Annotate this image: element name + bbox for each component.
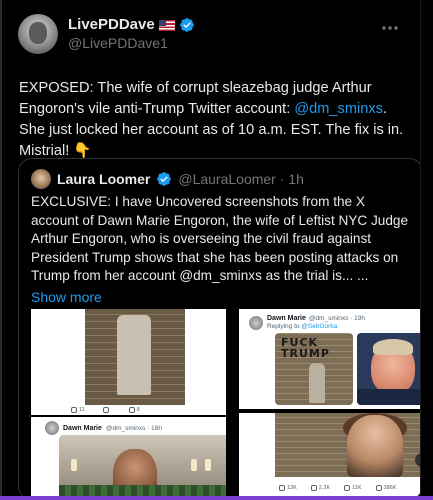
verified-badge-icon bbox=[179, 17, 195, 33]
shot4-views: 386K bbox=[375, 485, 397, 491]
views-icon bbox=[375, 485, 382, 491]
figure-in-image bbox=[117, 315, 151, 395]
handle[interactable]: @LivePDDave1 bbox=[68, 34, 195, 52]
shot3-author-row: Dawn Marie @dm_sminxs · 18h bbox=[45, 421, 162, 435]
shot3-handle-time: @dm_sminxs · 18h bbox=[105, 424, 162, 432]
shot1-stats: 11 8 bbox=[71, 407, 140, 413]
quote-media-grid[interactable]: 11 8 Dawn Marie @dm_sminxs · 19h Replyin… bbox=[19, 303, 422, 499]
mugshot-shirt bbox=[357, 389, 422, 405]
shot2-avatar bbox=[249, 315, 263, 330]
candle bbox=[191, 459, 197, 471]
more-options-icon[interactable] bbox=[380, 18, 400, 38]
graffiti-text: FUCK TRUMP bbox=[281, 336, 330, 360]
display-name[interactable]: LivePDDave bbox=[68, 16, 155, 34]
repost-icon bbox=[102, 407, 109, 413]
avatar[interactable] bbox=[18, 14, 58, 54]
media-screenshot-3[interactable]: Dawn Marie @dm_sminxs · 18h bbox=[31, 417, 226, 499]
candle bbox=[205, 459, 211, 471]
shot1-like-stat: 8 bbox=[128, 407, 140, 413]
like-icon bbox=[344, 485, 351, 491]
shot2-replying-to: @SebGorka bbox=[301, 323, 338, 330]
woman-in-photo bbox=[347, 415, 403, 477]
shot1-reply-stat: 11 bbox=[71, 407, 85, 413]
shot1-stat-1: 11 bbox=[79, 407, 85, 413]
tweet-text: EXPOSED: The wife of corrupt sleazebag j… bbox=[19, 78, 411, 162]
shot2-handle-time: @dm_sminxs · 19h bbox=[308, 315, 365, 322]
graffiti-figure bbox=[309, 363, 325, 403]
repost-icon bbox=[310, 485, 317, 491]
reply-icon bbox=[279, 485, 285, 491]
reply-icon bbox=[71, 407, 77, 413]
window-bottom-bar bbox=[0, 496, 433, 500]
shot4-likes-count: 11K bbox=[352, 485, 362, 491]
shot2-replying-row: Replying to @SebGorka bbox=[267, 323, 365, 330]
window-right-edge bbox=[420, 0, 433, 500]
mugshot-hair bbox=[373, 339, 413, 355]
quote-handle-time[interactable]: @LauraLoomer · 1h bbox=[178, 171, 304, 187]
shot4-views-count: 386K bbox=[383, 485, 397, 491]
shot4-likes: 11K bbox=[344, 485, 362, 491]
us-flag-icon bbox=[158, 19, 175, 31]
shot2-name-row: Dawn Marie @dm_sminxs · 19h bbox=[267, 315, 365, 322]
quote-verified-badge-icon bbox=[156, 171, 172, 187]
quote-avatar[interactable] bbox=[31, 169, 51, 189]
shot2-replying-prefix: Replying to bbox=[267, 323, 302, 330]
media-screenshot-4[interactable]: 13K 2.3K 11K 386K bbox=[239, 413, 422, 499]
shot4-reposts: 2.3K bbox=[310, 485, 331, 491]
shot4-replies-count: 13K bbox=[287, 485, 297, 491]
candle bbox=[71, 459, 77, 471]
mugshot-image bbox=[357, 333, 422, 405]
display-name-row: LivePDDave bbox=[68, 16, 195, 34]
mention-link[interactable]: @dm_sminxs bbox=[294, 101, 383, 117]
shot4-replies: 13K bbox=[279, 485, 297, 491]
graffiti-image: FUCK TRUMP bbox=[275, 333, 353, 405]
shot1-stat-3: 8 bbox=[136, 407, 140, 413]
shot2-name: Dawn Marie bbox=[267, 315, 306, 322]
like-icon bbox=[128, 407, 135, 413]
shot2-author-row: Dawn Marie @dm_sminxs · 19h Replying to … bbox=[249, 315, 365, 330]
quote-text: EXCLUSIVE: I have Uncovered screenshots … bbox=[31, 194, 409, 283]
shot3-avatar bbox=[45, 421, 59, 435]
quote-display-name[interactable]: Laura Loomer bbox=[57, 171, 150, 187]
shot4-reposts-count: 2.3K bbox=[318, 485, 331, 491]
quote-author: Laura Loomer @LauraLoomer · 1h bbox=[19, 159, 422, 189]
author-names: LivePDDave @LivePDDave1 bbox=[68, 16, 195, 52]
quoted-tweet[interactable]: Laura Loomer @LauraLoomer · 1h EXCLUSIVE… bbox=[18, 158, 423, 500]
media-screenshot-2[interactable]: Dawn Marie @dm_sminxs · 19h Replying to … bbox=[239, 309, 422, 409]
media-screenshot-1[interactable]: 11 8 bbox=[31, 309, 226, 415]
tweet-author: LivePDDave @LivePDDave1 bbox=[16, 12, 404, 56]
shot2-author-names: Dawn Marie @dm_sminxs · 19h Replying to … bbox=[267, 315, 365, 330]
shot1-repost-stat bbox=[102, 407, 111, 413]
shot3-name: Dawn Marie bbox=[63, 424, 102, 432]
shot3-photo bbox=[59, 435, 226, 499]
shot4-photo bbox=[275, 413, 422, 477]
shot4-stats: 13K 2.3K 11K 386K bbox=[279, 485, 396, 491]
